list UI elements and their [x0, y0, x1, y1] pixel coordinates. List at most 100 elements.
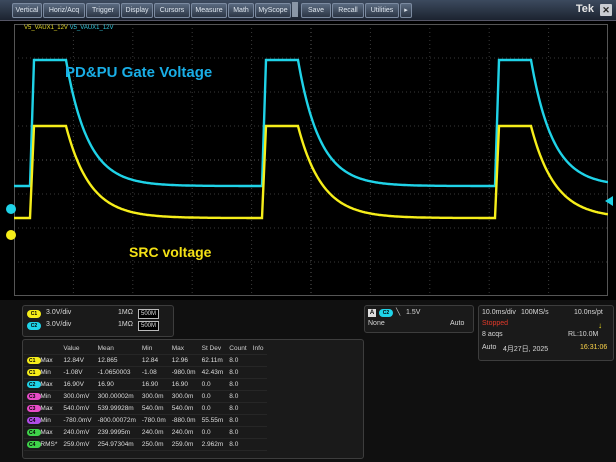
measurement-max: 12.96 [168, 354, 199, 367]
measurement-type: Min [40, 393, 51, 400]
acquisition-mode: Auto [482, 344, 497, 351]
measurement-row[interactable]: C4 Max 240.0mV 239.9995m 240.0m 240.0m 0.0 8.0 [24, 426, 267, 439]
measurement-stdev: 0.0 [198, 426, 227, 439]
measurement-min: 540.0m [138, 402, 169, 415]
menu-measure[interactable]: Measure [191, 3, 227, 18]
menu-vertical[interactable]: Vertical [12, 3, 42, 18]
measurement-row[interactable]: C4 RMS* 259.0mV 254.97304m 250.0m 259.0m 2.962… [24, 438, 267, 451]
measurement-type: Max [40, 357, 53, 364]
measurement-name: C1 Max [24, 354, 61, 367]
measurement-min: 12.84 [138, 354, 169, 367]
measurement-row[interactable]: C1 Max 12.84V 12.865 12.84 12.96 62.11m 8.0 [24, 354, 267, 367]
measurement-stdev: 0.0 [198, 378, 227, 391]
menu-recall[interactable]: Recall [332, 3, 364, 18]
measurement-max: -980.0m [168, 366, 199, 379]
measurement-info [249, 438, 267, 451]
oscilloscope-screen: Vertical Horiz/Acq Trigger Display Cursors Me… [0, 0, 616, 462]
measurement-stdev: 0.0 [198, 390, 227, 403]
channel-badge: C4 [29, 442, 36, 448]
menu-utilities[interactable]: Utilities [365, 3, 399, 18]
measurement-header: Max [168, 343, 199, 355]
measurement-mean: 239.9995m [94, 426, 139, 439]
run-stop-icon[interactable]: ↓ [598, 321, 602, 330]
channel-names: V5_VAUX1_12V V5_VAUX1_12V [24, 25, 114, 31]
ch1-badge: C1 [27, 310, 41, 318]
measurement-max: -880.0m [168, 414, 199, 427]
measurement-type: Max [40, 381, 53, 388]
channel-badge: C3 [29, 406, 36, 412]
measurement-header: Info [249, 343, 267, 355]
measurement-name: C4 Max [24, 426, 61, 439]
channel-badge: C1 [29, 370, 36, 376]
measurement-value: 12.84V [60, 354, 95, 367]
measurement-value: -1.08V [60, 366, 95, 379]
menu-cursors[interactable]: Cursors [154, 3, 190, 18]
menu-trigger[interactable]: Trigger [86, 3, 120, 18]
timebase: 10.0ms/div [482, 309, 516, 316]
measurement-header: St Dev [198, 343, 227, 355]
trigger-level-marker[interactable] [605, 196, 613, 206]
measurement-value: -780.0mV [60, 414, 95, 427]
ch2-scale: 3.0V/div [46, 321, 72, 328]
trigger-type-icon: A [368, 309, 376, 317]
measurement-name: C4 RMS* [24, 438, 61, 451]
measurement-count: 8.0 [226, 414, 250, 427]
acquisition-state: Stopped [482, 320, 509, 327]
measurement-min: 250.0m [138, 438, 169, 451]
menu-horizacq[interactable]: Horiz/Acq [43, 3, 85, 18]
menu-math[interactable]: Math [228, 3, 254, 18]
ch2-badge: C2 [27, 322, 41, 330]
measurement-count: 8.0 [226, 366, 250, 379]
time-resolution: 10.0ns/pt [574, 309, 603, 316]
measurement-header: Mean [94, 343, 139, 355]
ch2-ground-marker[interactable] [6, 204, 16, 214]
channel-badge: C1 [29, 358, 36, 364]
measurement-min: 240.0m [138, 426, 169, 439]
channel-badge: C4 [29, 430, 36, 436]
measurement-count: 8.0 [226, 354, 250, 367]
acquisition-count: 8 acqs [482, 331, 503, 338]
measurement-type: Min [40, 369, 51, 376]
measurement-row[interactable]: C2 Max 16.90V 16.90 16.90 16.90 0.0 8.0 [24, 378, 267, 391]
trigger-coupling: None [368, 320, 385, 327]
ch1-name: V5_VAUX1_12V [24, 25, 68, 31]
channel-badge: C2 [29, 382, 36, 388]
measurement-row[interactable]: C3 Min 300.0mV 300.00002m 300.0m 300.0m 0.0 8.0 [24, 390, 267, 403]
menu-save[interactable]: Save [301, 3, 331, 18]
measurement-stdev: 0.0 [198, 402, 227, 415]
measurement-min: 300.0m [138, 390, 169, 403]
measurement-value: 540.0mV [60, 402, 95, 415]
measurement-info [249, 366, 267, 379]
measurement-type: Min [40, 417, 51, 424]
measurement-row[interactable]: C4 Min -780.0mV -800.00072m -780.0m -880.0m 55… [24, 414, 267, 427]
measurement-row[interactable]: C3 Max 540.0mV 539.99928m 540.0m 540.0m 0.0 8.0 [24, 402, 267, 415]
measurement-info [249, 354, 267, 367]
measurement-type: RMS* [40, 441, 58, 448]
ch1-ground-marker[interactable] [6, 230, 16, 240]
measurement-count: 8.0 [226, 390, 250, 403]
measurement-min: -1.08 [138, 366, 169, 379]
measurement-min: 16.90 [138, 378, 169, 391]
measurement-mean: 539.99928m [94, 402, 139, 415]
acquisition-date: 4月27日, 2025 [503, 346, 549, 353]
measurement-count: 8.0 [226, 426, 250, 439]
measurement-info [249, 390, 267, 403]
menu-myscope[interactable]: MyScope [255, 3, 291, 18]
measurement-name: C4 Min [24, 414, 61, 427]
measurement-header: Min [138, 343, 169, 355]
channel-badge: C4 [29, 418, 36, 424]
measurement-value: 240.0mV [60, 426, 95, 439]
measurement-count: 8.0 [226, 378, 250, 391]
ch1-bandwidth: 500M [138, 309, 160, 319]
measurement-row[interactable]: C1 Min -1.08V -1.0650003 -1.08 -980.0m 42.43m 8… [24, 366, 267, 379]
measurement-mean: -1.0650003 [94, 366, 139, 379]
menu-display[interactable]: Display [121, 3, 153, 18]
close-icon[interactable]: ✕ [600, 4, 612, 16]
measurement-table: Value Mean Min Max St Dev Count Info C1 Max 12.8… [24, 343, 267, 451]
measurement-max: 16.90 [168, 378, 199, 391]
menu-more-icon[interactable]: ▸ [400, 3, 412, 18]
measurement-value: 16.90V [60, 378, 95, 391]
measurement-stdev: 62.11m [198, 354, 227, 367]
measurement-count: 8.0 [226, 438, 250, 451]
measurement-info [249, 414, 267, 427]
